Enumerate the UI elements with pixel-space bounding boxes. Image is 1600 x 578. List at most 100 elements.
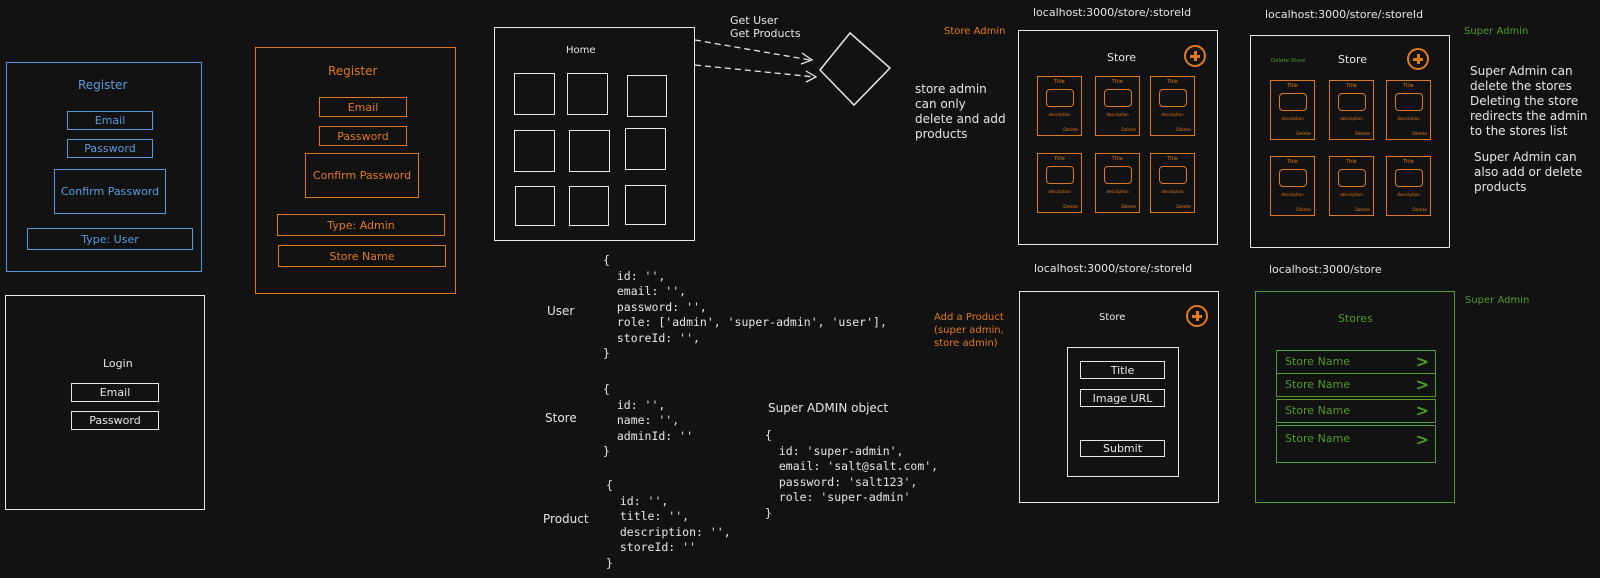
home-grid-item[interactable] [625,185,666,225]
chevron-right-icon: > [1415,375,1429,394]
product-card-title: Title [1403,83,1414,89]
super-admin-note-delete: Super Admin can delete the stores Deleti… [1470,64,1588,138]
stores-list-role-label: Super Admin [1465,295,1530,306]
register-user-type-field[interactable]: Type: User [27,228,193,250]
login-frame [5,295,205,510]
product-image-placeholder [1159,166,1187,184]
product-image-placeholder [1395,93,1423,111]
product-card-title: Title [1167,79,1178,85]
product-delete-button[interactable]: Delete [1355,208,1370,213]
arrow-get-user-head [800,52,814,65]
home-grid-item[interactable] [567,73,608,115]
add-product-url: localhost:3000/store/:storeId [1034,262,1193,275]
store-list-item[interactable]: Store Name > [1276,399,1436,423]
product-image-placeholder [1279,93,1307,111]
home-grid-item[interactable] [627,75,667,117]
diamond-data-source [818,31,892,107]
add-product-submit-button[interactable]: Submit [1080,440,1165,457]
register-user-password-field[interactable]: Password [67,139,153,158]
product-card-description: description [1397,116,1420,121]
arrow-label: Get User Get Products [730,14,801,40]
product-image-placeholder [1338,169,1366,187]
product-image-placeholder [1338,93,1366,111]
register-admin-email-field[interactable]: Email [319,97,407,117]
store-list-item-label: Store Name [1285,404,1351,417]
product-card[interactable]: Title description Delete [1386,156,1431,216]
product-card-description: description [1106,112,1129,117]
stores-list-url: localhost:3000/store [1269,263,1382,276]
chevron-right-icon: > [1415,401,1429,420]
product-card-description: description [1048,112,1071,117]
product-image-placeholder [1046,89,1074,107]
add-product-title-field[interactable]: Title [1080,361,1165,379]
product-card[interactable]: Title description Delete [1037,76,1082,136]
add-product-icon[interactable] [1184,45,1206,67]
product-delete-button[interactable]: Delete [1121,128,1136,133]
home-grid-item[interactable] [569,186,609,226]
product-card[interactable]: Title description Delete [1270,156,1315,216]
home-title: Home [566,45,596,56]
product-card[interactable]: Title description Delete [1095,153,1140,213]
product-card[interactable]: Title description Delete [1095,76,1140,136]
product-card-title: Title [1287,159,1298,165]
product-card-title: Title [1054,156,1065,162]
product-delete-button[interactable]: Delete [1412,208,1427,213]
home-grid-item[interactable] [514,130,555,172]
product-model-label: Product [543,512,589,526]
product-delete-button[interactable]: Delete [1176,128,1191,133]
product-image-placeholder [1104,166,1132,184]
delete-store-button[interactable]: Delete Store [1271,58,1305,64]
product-delete-button[interactable]: Delete [1063,205,1078,210]
add-product-icon[interactable] [1407,48,1429,70]
store-list-item-label: Store Name [1285,355,1351,368]
super-admin-object-code: { id: 'super-admin', email: 'salt@salt.c… [765,428,939,520]
super-store-role-label: Super Admin [1464,26,1529,37]
register-admin-confirm-field[interactable]: Confirm Password [305,153,419,198]
product-card-title: Title [1167,156,1178,162]
store-list-item[interactable]: Store Name > [1276,425,1436,463]
home-grid-item[interactable] [514,73,555,115]
product-card-title: Title [1112,156,1123,162]
store-model-label: Store [545,411,577,425]
store-list-item-label: Store Name [1285,378,1351,391]
chevron-right-icon: > [1415,352,1429,371]
product-card[interactable]: Title description Delete [1150,153,1195,213]
store-list-item[interactable]: Store Name > [1276,373,1436,397]
add-product-image-field[interactable]: Image URL [1080,389,1165,407]
product-card-description: description [1397,192,1420,197]
product-image-placeholder [1159,89,1187,107]
product-card[interactable]: Title description Delete [1386,80,1431,140]
product-card[interactable]: Title description Delete [1150,76,1195,136]
product-delete-button[interactable]: Delete [1296,208,1311,213]
product-delete-button[interactable]: Delete [1063,128,1078,133]
store-list-item[interactable]: Store Name > [1276,350,1436,374]
add-product-icon[interactable] [1186,305,1208,327]
product-delete-button[interactable]: Delete [1412,132,1427,137]
product-image-placeholder [1046,166,1074,184]
store-admin-role-label: Store Admin [944,26,1006,37]
chevron-right-icon: > [1415,430,1429,449]
product-delete-button[interactable]: Delete [1176,205,1191,210]
product-card[interactable]: Title description Delete [1329,80,1374,140]
product-delete-button[interactable]: Delete [1355,132,1370,137]
register-user-email-field[interactable]: Email [67,111,153,130]
login-password-field[interactable]: Password [71,411,159,430]
product-card-description: description [1281,116,1304,121]
register-admin-store-name-field[interactable]: Store Name [278,245,446,267]
arrow-get-products [694,64,816,78]
product-delete-button[interactable]: Delete [1121,205,1136,210]
home-grid-item[interactable] [515,186,555,226]
home-grid-item[interactable] [569,130,610,172]
login-email-field[interactable]: Email [71,383,159,402]
product-card[interactable]: Title description Delete [1329,156,1374,216]
register-admin-type-field[interactable]: Type: Admin [277,214,445,236]
home-grid-item[interactable] [625,128,666,170]
register-user-confirm-field[interactable]: Confirm Password [54,169,166,214]
product-card-title: Title [1346,159,1357,165]
register-admin-password-field[interactable]: Password [319,126,407,146]
product-card-title: Title [1403,159,1414,165]
product-card[interactable]: Title description Delete [1037,153,1082,213]
product-card[interactable]: Title description Delete [1270,80,1315,140]
product-delete-button[interactable]: Delete [1296,132,1311,137]
store-admin-note: store admin can only delete and add prod… [915,82,1006,141]
